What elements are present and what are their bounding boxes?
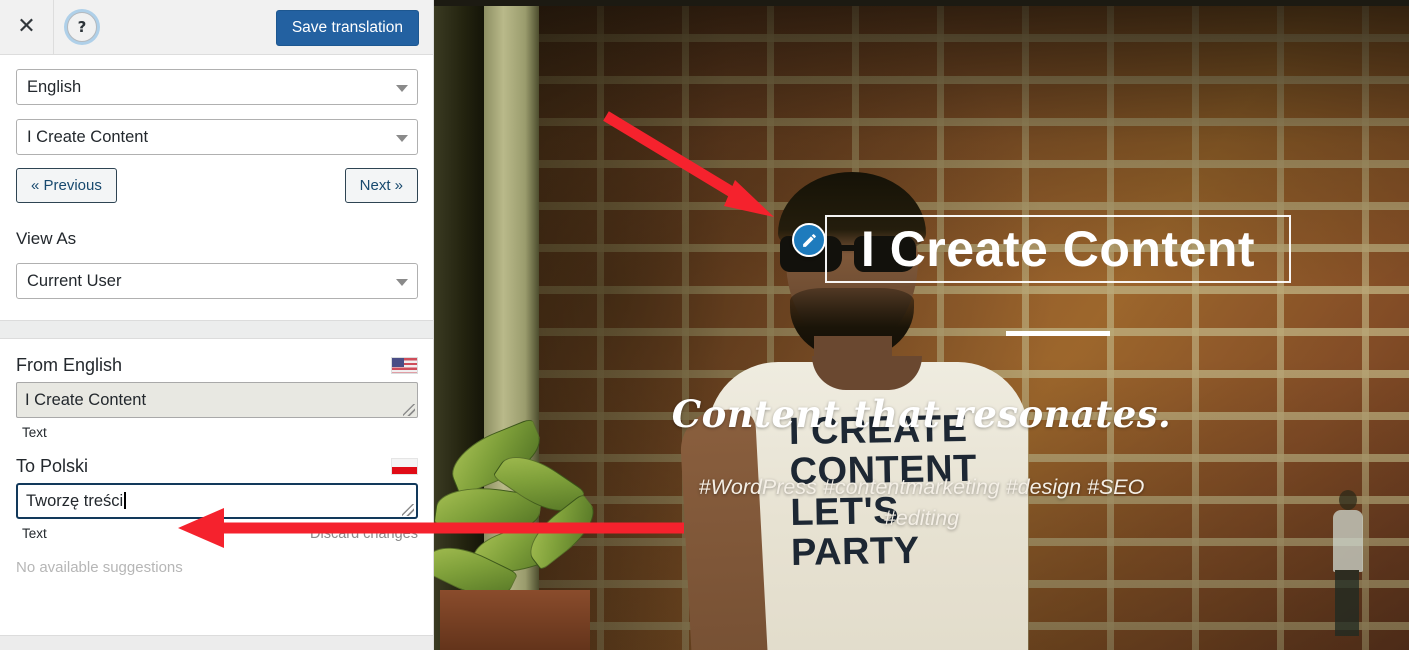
wall-figure-graphic <box>1323 490 1371 640</box>
language-select[interactable]: English <box>16 69 418 105</box>
save-translation-button[interactable]: Save translation <box>275 10 419 47</box>
target-field-header: To Polski <box>16 456 418 477</box>
site-preview[interactable]: I CREATE CONTENT LET'S PARTY I Create Co… <box>434 0 1409 650</box>
chevron-down-icon <box>396 135 408 142</box>
translation-sidebar: ✕ ? Save translation English I Create Co… <box>0 0 434 650</box>
view-as-select-value: Current User <box>27 271 122 290</box>
discard-changes-link[interactable]: Discard changes <box>310 526 418 542</box>
pencil-icon[interactable] <box>792 223 826 257</box>
translation-panel: From English I Create Content Text To Po… <box>0 355 433 577</box>
source-type-label: Text <box>22 425 47 441</box>
source-title: From English <box>16 355 123 376</box>
sidebar-footer <box>0 635 433 650</box>
view-as-label: View As <box>16 229 77 249</box>
language-select-value: English <box>27 77 82 96</box>
target-title: To Polski <box>16 456 89 477</box>
translation-editor-screen: ✕ ? Save translation English I Create Co… <box>0 0 1409 650</box>
resize-grip-icon[interactable] <box>402 504 414 517</box>
pagination-row: « Previous Next » <box>16 168 418 204</box>
preview-top-edge <box>434 0 1409 6</box>
sidebar-top-panel: English I Create Content « Previous Next… <box>0 69 433 300</box>
section-divider <box>0 320 433 340</box>
string-select-value: I Create Content <box>27 127 149 146</box>
target-textarea[interactable]: Tworzę treści <box>16 483 418 520</box>
chevron-down-icon <box>396 85 408 92</box>
target-meta-row: Text Discard changes <box>16 526 418 542</box>
flag-us-icon <box>391 357 418 375</box>
next-button[interactable]: Next » <box>344 168 418 204</box>
no-suggestions-text: No available suggestions <box>16 559 183 577</box>
source-text-value: I Create Content <box>25 391 147 410</box>
previous-button[interactable]: « Previous <box>16 168 117 204</box>
close-button[interactable]: ✕ <box>0 0 54 54</box>
source-field-header: From English <box>16 355 418 376</box>
target-text-value: Tworzę treści <box>26 492 124 511</box>
help-icon: ? <box>77 17 87 36</box>
person-photo: I CREATE CONTENT LET'S PARTY <box>678 110 1028 650</box>
help-button[interactable]: ? <box>67 12 97 42</box>
plant-pot <box>440 590 590 650</box>
sidebar-topbar: ✕ ? Save translation <box>0 0 433 55</box>
target-type-label: Text <box>22 526 47 542</box>
source-textarea[interactable]: I Create Content <box>16 382 418 419</box>
tshirt-text: I CREATE CONTENT LET'S PARTY <box>788 407 978 574</box>
string-select[interactable]: I Create Content <box>16 119 418 155</box>
flag-pl-icon <box>391 458 418 476</box>
view-as-select[interactable]: Current User <box>16 263 418 300</box>
text-cursor <box>124 492 126 510</box>
chevron-down-icon <box>396 279 408 287</box>
source-meta-row: Text <box>16 425 418 440</box>
help-button-wrap: ? <box>54 0 110 55</box>
close-icon: ✕ <box>17 14 36 39</box>
resize-grip-icon[interactable] <box>403 404 415 417</box>
plant-decor <box>434 410 644 650</box>
